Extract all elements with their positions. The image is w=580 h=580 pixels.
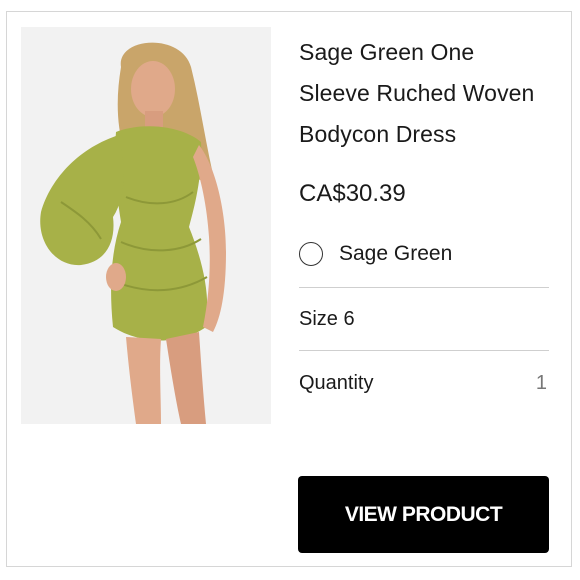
size-label: Size 6 [299,307,355,330]
size-option[interactable]: Size 6 [299,288,549,351]
radio-unchecked-icon[interactable] [299,242,323,266]
product-price: CA$30.39 [299,180,406,207]
product-title[interactable]: Sage Green One Sleeve Ruched Woven Bodyc… [299,32,549,155]
quantity-value: 1 [535,371,547,394]
quantity-label: Quantity [299,371,374,394]
color-option[interactable]: Sage Green [299,233,549,288]
product-card: Sage Green One Sleeve Ruched Woven Bodyc… [6,11,572,567]
product-image[interactable] [21,27,271,424]
color-label: Sage Green [339,242,453,265]
view-product-button[interactable]: VIEW PRODUCT [298,476,549,553]
quantity-option[interactable]: Quantity 1 [299,351,549,415]
product-info: Sage Green One Sleeve Ruched Woven Bodyc… [299,32,549,415]
dress-photo-illustration [21,27,271,424]
